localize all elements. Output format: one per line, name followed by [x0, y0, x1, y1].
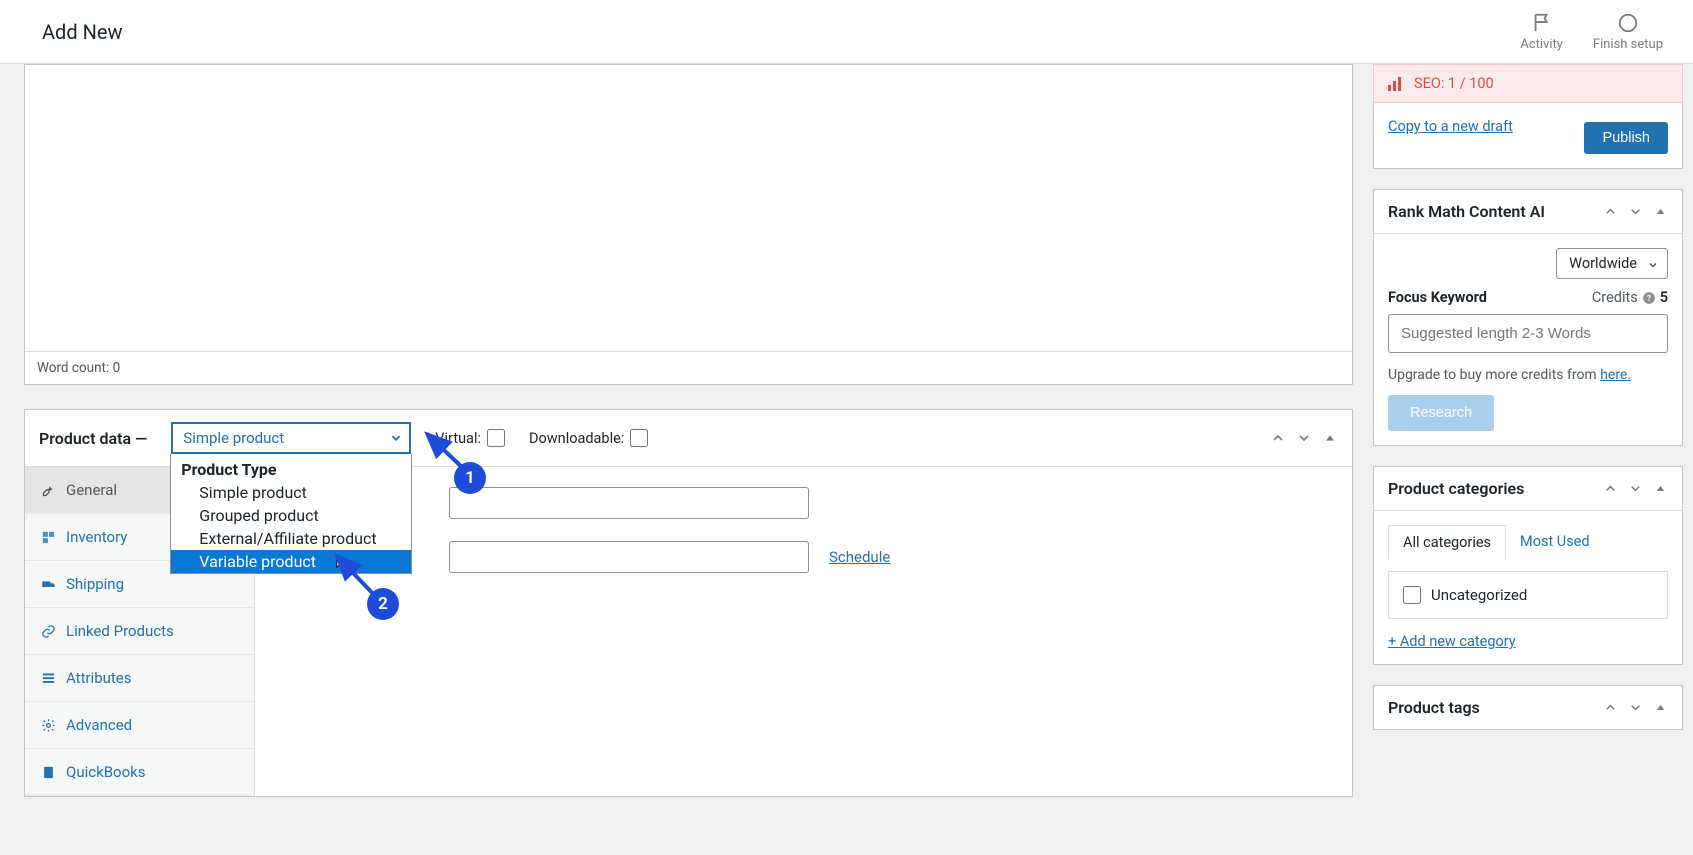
option-grouped[interactable]: Grouped product [171, 504, 411, 527]
regular-price-input[interactable] [449, 487, 809, 519]
triangle-up-icon[interactable] [1653, 481, 1668, 496]
chevron-up-icon[interactable] [1270, 430, 1286, 446]
chevron-down-icon[interactable] [1296, 430, 1312, 446]
category-list: Uncategorized [1388, 571, 1668, 619]
wrench-icon [41, 483, 56, 498]
tags-panel: Product tags [1373, 685, 1683, 730]
link-icon [41, 624, 56, 639]
chevron-up-icon[interactable] [1603, 204, 1618, 219]
editor-panel: Word count: 0 [24, 64, 1353, 385]
inventory-icon [41, 530, 56, 545]
publish-panel: SEO: 1 / 100 Copy to a new draft Publish [1373, 64, 1683, 169]
chevron-down-icon[interactable] [1628, 700, 1643, 715]
research-button[interactable]: Research [1388, 395, 1494, 431]
focus-keyword-input[interactable] [1388, 314, 1668, 353]
triangle-up-icon[interactable] [1653, 700, 1668, 715]
chevron-down-icon[interactable] [1628, 204, 1643, 219]
option-simple[interactable]: Simple product [171, 481, 411, 504]
finish-setup-button[interactable]: Finish setup [1593, 12, 1663, 52]
editor-body[interactable] [25, 65, 1352, 351]
page-title: Add New [42, 20, 122, 44]
tab-quickbooks[interactable]: QuickBooks [25, 749, 254, 796]
option-external[interactable]: External/Affiliate product [171, 527, 411, 550]
category-uncategorized[interactable]: Uncategorized [1403, 586, 1653, 604]
tags-title: Product tags [1388, 698, 1480, 717]
schedule-link[interactable]: Schedule [829, 548, 890, 566]
annotation-badge-1: 1 [454, 462, 486, 494]
product-data-content: label label Schedule [255, 467, 1352, 796]
chevron-down-icon[interactable] [1628, 481, 1643, 496]
categories-title: Product categories [1388, 479, 1524, 498]
focus-keyword-label: Focus Keyword [1388, 289, 1487, 306]
cat-tab-most-used[interactable]: Most Used [1506, 525, 1604, 560]
upgrade-link[interactable]: here. [1600, 367, 1631, 383]
tab-advanced[interactable]: Advanced [25, 702, 254, 749]
add-category-link[interactable]: + Add new category [1388, 633, 1516, 650]
publish-button[interactable]: Publish [1584, 122, 1668, 154]
flag-icon [1531, 12, 1553, 34]
rankmath-title: Rank Math Content AI [1388, 202, 1545, 221]
activity-button[interactable]: Activity [1520, 12, 1563, 52]
help-icon[interactable]: ? [1642, 291, 1656, 305]
product-type-dropdown: Product Type Simple product Grouped prod… [170, 454, 412, 574]
sale-price-input[interactable] [449, 541, 809, 573]
select-group-label: Product Type [171, 454, 411, 481]
circle-icon [1617, 12, 1639, 34]
top-bar: Add New Activity Finish setup [0, 0, 1693, 64]
uncategorized-checkbox[interactable] [1403, 586, 1421, 604]
triangle-up-icon[interactable] [1653, 204, 1668, 219]
option-variable[interactable]: Variable product [171, 550, 411, 573]
cursor-icon [336, 554, 350, 572]
svg-text:?: ? [1647, 292, 1651, 302]
tab-attributes[interactable]: Attributes [25, 655, 254, 702]
annotation-badge-2: 2 [367, 588, 399, 620]
downloadable-checkbox[interactable] [630, 429, 648, 447]
downloadable-checkbox-group[interactable]: Downloadable: [529, 429, 648, 447]
truck-icon [41, 577, 56, 592]
triangle-up-icon[interactable] [1322, 430, 1338, 446]
rankmath-panel: Rank Math Content AI Worldwide Focus Key… [1373, 189, 1683, 446]
product-type-select[interactable]: Simple product Product Type Simple produ… [171, 422, 411, 454]
cat-tab-all[interactable]: All categories [1388, 525, 1506, 560]
seo-badge: SEO: 1 / 100 [1373, 64, 1683, 103]
product-data-panel: Product data — Simple product Product Ty… [24, 409, 1353, 797]
chevron-up-icon[interactable] [1603, 700, 1618, 715]
chart-icon [1388, 77, 1406, 91]
topbar-actions: Activity Finish setup [1520, 12, 1663, 52]
tab-linked[interactable]: Linked Products [25, 608, 254, 655]
chevron-down-icon [389, 431, 403, 445]
virtual-checkbox-group[interactable]: Virtual: [435, 429, 505, 447]
worldwide-select[interactable]: Worldwide [1556, 248, 1668, 279]
chevron-down-icon [1647, 259, 1659, 271]
gear-icon [41, 718, 56, 733]
chevron-up-icon[interactable] [1603, 481, 1618, 496]
document-icon [41, 765, 56, 780]
categories-panel: Product categories All categories Most U… [1373, 466, 1683, 665]
virtual-checkbox[interactable] [487, 429, 505, 447]
product-data-title: Product data — [39, 429, 147, 448]
word-count: Word count: 0 [25, 351, 1352, 384]
list-icon [41, 671, 56, 686]
copy-to-draft-link[interactable]: Copy to a new draft [1388, 118, 1513, 135]
